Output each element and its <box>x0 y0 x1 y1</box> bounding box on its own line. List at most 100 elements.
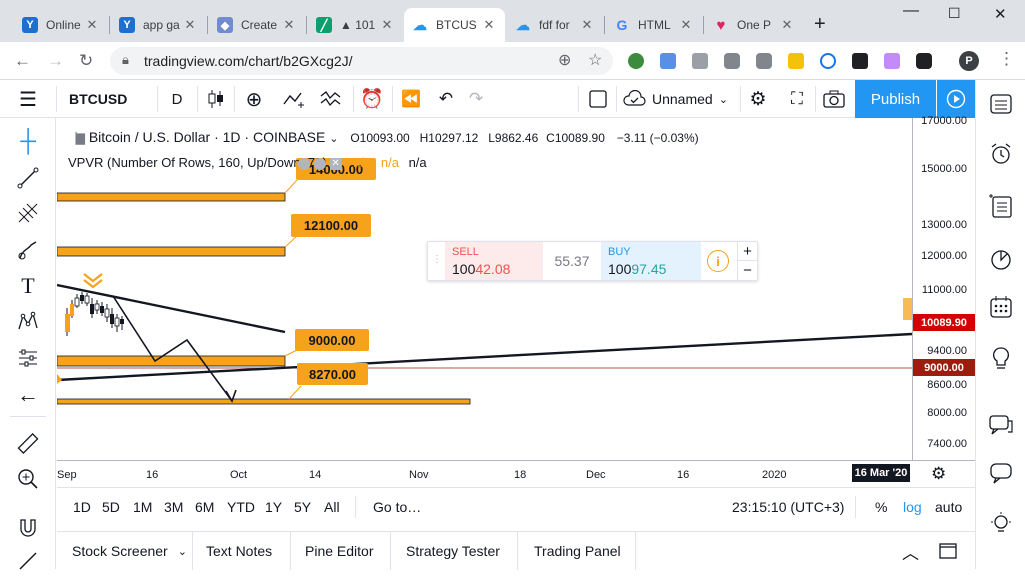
zoom-in-icon[interactable] <box>10 464 46 494</box>
symbol-search-button[interactable]: BTCUSD <box>60 80 155 118</box>
close-icon[interactable]: ✕ <box>481 17 497 33</box>
collapse-chevron-icon[interactable]: ▕▇ <box>68 133 85 145</box>
snapshot-camera-icon[interactable] <box>818 80 850 118</box>
eye-icon[interactable] <box>298 157 311 170</box>
zoom-extension-icon[interactable] <box>788 53 804 69</box>
indicators-icon[interactable] <box>316 80 348 118</box>
close-icon[interactable]: ✕ <box>579 17 595 33</box>
browser-tab-7[interactable]: ♥ One P ✕ <box>705 8 803 42</box>
data-window-icon[interactable] <box>983 190 1019 222</box>
close-icon[interactable]: ✕ <box>379 17 395 33</box>
tab-strategy-tester[interactable]: Strategy Tester <box>406 532 500 570</box>
browser-tab-4-active[interactable]: ☁ BTCUS ✕ <box>404 8 505 42</box>
close-icon[interactable]: ✕ <box>84 17 100 33</box>
tab-trading-panel[interactable]: Trading Panel <box>534 532 621 570</box>
range-1m-button[interactable]: 1M <box>133 499 152 515</box>
plus-icon[interactable]: + <box>737 242 757 261</box>
text-tool-icon[interactable]: T <box>10 271 46 301</box>
remove-indicator-icon[interactable]: ✕ <box>329 157 342 170</box>
streams-chat-icon[interactable] <box>983 409 1019 441</box>
percent-scale-toggle[interactable]: % <box>875 499 887 515</box>
annotation-label[interactable]: 8270.00 <box>297 363 368 385</box>
forward-icon[interactable]: → <box>47 51 64 71</box>
url-bar[interactable]: 🔒︎ tradingview.com/chart/b2GXcg2J/ ⊕ ☆ <box>110 47 613 75</box>
goto-date-button[interactable]: Go to… <box>373 499 421 515</box>
extension-globe-icon[interactable] <box>628 53 644 69</box>
range-1y-button[interactable]: 1Y <box>265 499 282 515</box>
translate-icon[interactable] <box>660 53 676 69</box>
ruler-icon[interactable] <box>10 428 46 458</box>
close-icon[interactable]: ✕ <box>678 17 694 33</box>
annotation-label[interactable]: 12100.00 <box>291 214 371 237</box>
minus-icon[interactable]: − <box>737 261 757 280</box>
eye-extension-icon[interactable] <box>820 53 836 69</box>
indicators-add-icon[interactable]: ⊕ <box>238 80 270 118</box>
close-icon[interactable]: ✕ <box>779 17 795 33</box>
time-axis[interactable]: Sep 16 Oct 14 Nov 18 Dec 16 2020 16 Mar … <box>57 460 975 487</box>
fib-pitchfork-icon[interactable] <box>10 198 46 228</box>
range-ytd-button[interactable]: YTD <box>227 499 255 515</box>
browser-tab-6[interactable]: G HTML ✕ <box>606 8 702 42</box>
brush-icon[interactable] <box>10 235 46 265</box>
fullscreen-icon[interactable]: ⛶ <box>782 80 812 118</box>
range-3m-button[interactable]: 3M <box>164 499 183 515</box>
prediction-icon[interactable] <box>10 343 46 373</box>
camera-alt-icon[interactable] <box>756 53 772 69</box>
crosshair-icon[interactable]: ┼ <box>10 126 46 156</box>
info-icon[interactable]: i <box>707 250 729 272</box>
hotlist-icon[interactable] <box>983 243 1019 275</box>
publish-play-button[interactable] <box>937 80 975 118</box>
bookmark-star-icon[interactable]: ☆ <box>588 50 602 70</box>
settings-gear-icon[interactable] <box>313 157 326 170</box>
replay-icon[interactable]: ⏪ <box>395 80 427 118</box>
tab-text-notes[interactable]: Text Notes <box>206 532 272 570</box>
browser-tab-1[interactable]: Y app ga ✕ <box>111 8 206 42</box>
browser-tab-0[interactable]: Y Online ✕ <box>14 8 108 42</box>
range-5d-button[interactable]: 5D <box>102 499 120 515</box>
price-axis[interactable]: 17000.00 15000.00 13000.00 12000.00 1100… <box>912 115 975 460</box>
new-tab-icon[interactable]: + <box>814 13 826 36</box>
range-1d-button[interactable]: 1D <box>73 499 91 515</box>
redo-icon[interactable]: ↷ <box>462 80 490 118</box>
candles-style-icon[interactable] <box>200 80 232 118</box>
watchlist-icon[interactable] <box>983 88 1019 120</box>
minimize-icon[interactable]: — <box>903 2 919 20</box>
browser-menu-icon[interactable]: ⋮ <box>998 49 1015 69</box>
translate-alt-icon[interactable] <box>692 53 708 69</box>
chart-settings-gear-icon[interactable]: ⚙ <box>931 464 946 484</box>
ideas-lightbulb-icon[interactable] <box>983 343 1019 375</box>
compare-icon[interactable] <box>279 80 311 118</box>
chevron-down-icon[interactable]: ⌄ <box>329 133 338 145</box>
clock-timezone[interactable]: 23:15:10 (UTC+3) <box>732 499 844 515</box>
maximize-icon[interactable]: ☐ <box>948 5 961 22</box>
settings-gear-icon[interactable]: ⚙ <box>743 80 773 118</box>
menu-icon[interactable]: ☰ <box>12 80 44 118</box>
back-arrow-icon[interactable]: ← <box>10 380 46 410</box>
tab-stock-screener[interactable]: Stock Screener ⌄ <box>72 532 187 570</box>
gift-extension-icon[interactable] <box>884 53 900 69</box>
buy-button[interactable]: BUY 10097.45 <box>601 242 701 280</box>
photo-extension-icon[interactable] <box>852 53 868 69</box>
browser-tab-2[interactable]: ◆ Create ✕ <box>209 8 305 42</box>
chats-icon[interactable] <box>983 457 1019 489</box>
auto-scale-toggle[interactable]: auto <box>935 499 962 515</box>
sell-button[interactable]: SELL 10042.08 <box>445 242 543 280</box>
collapse-panel-icon[interactable]: ︿ <box>902 532 919 570</box>
publish-button[interactable]: Publish <box>855 80 936 118</box>
close-window-icon[interactable]: ✕ <box>994 5 1007 23</box>
browser-tab-5[interactable]: ☁ fdf for ✕ <box>507 8 603 42</box>
install-icon[interactable]: ⊕ <box>558 50 571 70</box>
calendar-icon[interactable] <box>983 291 1019 323</box>
extensions-icon[interactable] <box>916 53 932 69</box>
log-scale-toggle[interactable]: log <box>903 499 922 515</box>
alerts-icon[interactable] <box>983 138 1019 170</box>
back-icon[interactable]: ← <box>14 51 31 71</box>
trend-line-icon[interactable] <box>10 163 46 193</box>
reload-icon[interactable]: ↻ <box>79 51 93 71</box>
browser-tab-3[interactable]: ╱ ▲ 101 ✕ <box>308 8 403 42</box>
help-bulb-icon[interactable] <box>983 508 1019 540</box>
maximize-panel-icon[interactable] <box>939 532 957 570</box>
layout-square-icon[interactable] <box>584 80 612 118</box>
undo-icon[interactable]: ↶ <box>432 80 460 118</box>
range-5y-button[interactable]: 5Y <box>294 499 311 515</box>
